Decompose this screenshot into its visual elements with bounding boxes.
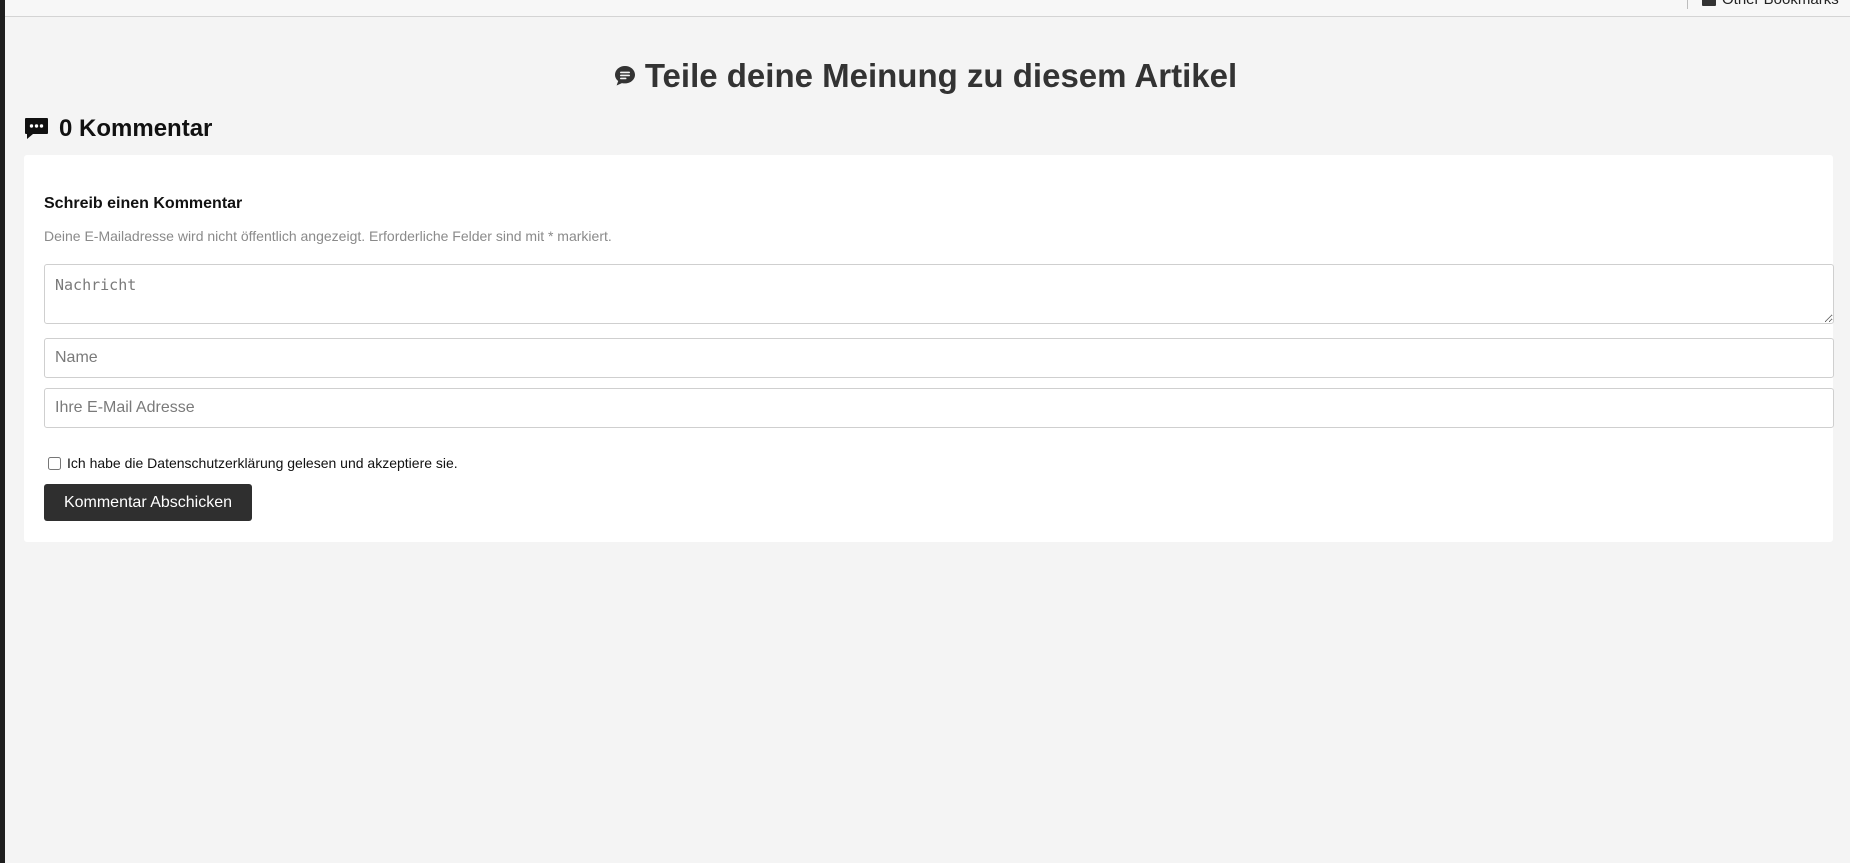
message-field[interactable] (44, 264, 1834, 324)
window-left-edge (0, 0, 5, 863)
name-field[interactable] (44, 338, 1834, 378)
comment-count-label: 0 Kommentar (59, 115, 213, 142)
other-bookmarks-button[interactable]: Other Bookmarks (1702, 0, 1839, 8)
bookmarks-bar: Other Bookmarks (5, 0, 1850, 17)
comment-count: 0 Kommentar (24, 114, 212, 144)
page-heading: Teile deine Meinung zu diesem Artikel (0, 56, 1850, 96)
privacy-consent-checkbox[interactable] (48, 456, 61, 470)
bookmarks-divider (1687, 0, 1688, 9)
page-title: Teile deine Meinung zu diesem Artikel (644, 57, 1238, 94)
other-bookmarks-label: Other Bookmarks (1722, 0, 1839, 8)
form-note: Deine E-Mailadresse wird nicht öffentlic… (44, 228, 612, 244)
comment-dots-icon (25, 118, 48, 139)
comment-bubble-icon (614, 66, 635, 86)
email-field[interactable] (44, 388, 1834, 428)
privacy-consent-label: Ich habe die Datenschutzerklärung gelese… (67, 455, 458, 471)
folder-icon (1702, 0, 1716, 6)
submit-comment-button[interactable]: Kommentar Abschicken (44, 484, 252, 521)
form-title: Schreib einen Kommentar (44, 195, 243, 212)
privacy-consent[interactable]: Ich habe die Datenschutzerklärung gelese… (44, 455, 458, 471)
comment-form-card: Schreib einen Kommentar Deine E-Mailadre… (24, 155, 1834, 542)
